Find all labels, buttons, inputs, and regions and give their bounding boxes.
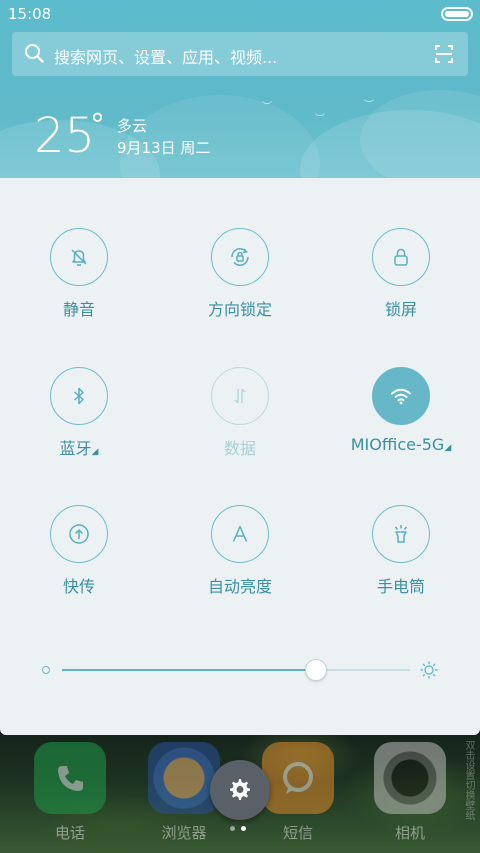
weather-date: 9月13日 周二	[117, 139, 211, 157]
search-icon	[25, 44, 44, 63]
tile-flashlight[interactable]: 手电筒	[341, 505, 461, 597]
brightness-high-icon	[420, 661, 438, 679]
tile-bluetooth-label: 蓝牙◢	[59, 439, 99, 458]
gear-icon	[230, 779, 250, 800]
tile-quick-transfer-label: 快传	[62, 577, 95, 596]
tile-wifi[interactable]: MIOffice-5G◢	[341, 367, 461, 454]
tile-lock-screen[interactable]: 锁屏	[341, 228, 461, 320]
brightness-slider-handle[interactable]	[305, 659, 327, 681]
lock-icon	[394, 248, 408, 266]
phone-app-icon[interactable]	[34, 742, 106, 814]
tile-wifi-toggle[interactable]	[372, 367, 430, 425]
tile-wifi-label: MIOffice-5G◢	[350, 435, 452, 454]
rotation-lock-icon	[231, 248, 249, 266]
brightness-low-icon	[42, 666, 50, 674]
tile-auto-brightness-label: 自动亮度	[207, 577, 272, 596]
tile-lock-screen-toggle[interactable]	[372, 228, 430, 286]
tile-silent-toggle[interactable]	[50, 228, 108, 286]
sms-app-icon[interactable]	[262, 742, 334, 814]
browser-app-icon[interactable]	[148, 742, 220, 814]
scan-icon[interactable]	[434, 44, 454, 64]
tile-mobile-data[interactable]: 数据	[180, 367, 300, 459]
weather-temperature: 25	[34, 108, 96, 164]
tile-rotation-lock-toggle[interactable]	[211, 228, 269, 286]
dock-label-phone: 电话	[54, 824, 85, 842]
search-bar[interactable]: 搜索网页、设置、应用、视频...	[12, 32, 468, 76]
tile-rotation-lock-label: 方向锁定	[207, 300, 272, 319]
brightness-slider-fill	[62, 669, 316, 671]
tile-mobile-data-label: 数据	[223, 439, 256, 458]
dock-label-camera: 相机	[394, 824, 425, 842]
expand-arrow-icon: ◢	[91, 447, 99, 457]
weather-degree-symbol: °	[90, 108, 105, 143]
data-transfer-icon	[234, 388, 246, 404]
tile-silent-label: 静音	[62, 300, 95, 319]
auto-brightness-icon	[232, 525, 248, 542]
weather-condition: 多云	[117, 117, 148, 135]
tile-flashlight-toggle[interactable]	[372, 505, 430, 563]
tile-quick-transfer-toggle[interactable]	[50, 505, 108, 563]
tile-quick-transfer[interactable]: 快传	[19, 505, 139, 597]
camera-app-icon[interactable]	[374, 742, 446, 814]
tile-mobile-data-toggle[interactable]	[211, 367, 269, 425]
notification-header: 15:08 搜索网页、设置、应用、视频... ︶ ︶ ︶ 25 ° 多云 9月1…	[0, 0, 480, 180]
bluetooth-icon	[74, 387, 84, 405]
flashlight-icon	[394, 525, 408, 543]
tile-auto-brightness-toggle[interactable]	[211, 505, 269, 563]
page-indicator	[230, 826, 246, 831]
tile-bluetooth[interactable]: 蓝牙◢	[19, 367, 139, 459]
status-bar: 15:08	[0, 0, 480, 28]
settings-button[interactable]	[210, 760, 270, 820]
wifi-icon	[391, 388, 411, 405]
tile-rotation-lock[interactable]: 方向锁定	[180, 228, 300, 320]
dock-label-browser: 浏览器	[161, 824, 207, 842]
tile-flashlight-label: 手电筒	[376, 577, 425, 596]
dock-label-sms: 短信	[282, 824, 313, 842]
status-time: 15:08	[8, 5, 52, 23]
bell-off-icon	[71, 249, 87, 266]
upload-icon	[69, 524, 89, 544]
tile-auto-brightness[interactable]: 自动亮度	[180, 505, 300, 597]
battery-icon	[441, 7, 473, 21]
expand-arrow-icon: ◢	[444, 443, 452, 453]
tile-lock-screen-label: 锁屏	[384, 300, 417, 319]
tile-bluetooth-toggle[interactable]	[50, 367, 108, 425]
tile-silent[interactable]: 静音	[19, 228, 139, 320]
wallpaper-hint-text: 双击设置切换壁纸	[463, 740, 474, 820]
search-placeholder: 搜索网页、设置、应用、视频...	[54, 48, 278, 67]
